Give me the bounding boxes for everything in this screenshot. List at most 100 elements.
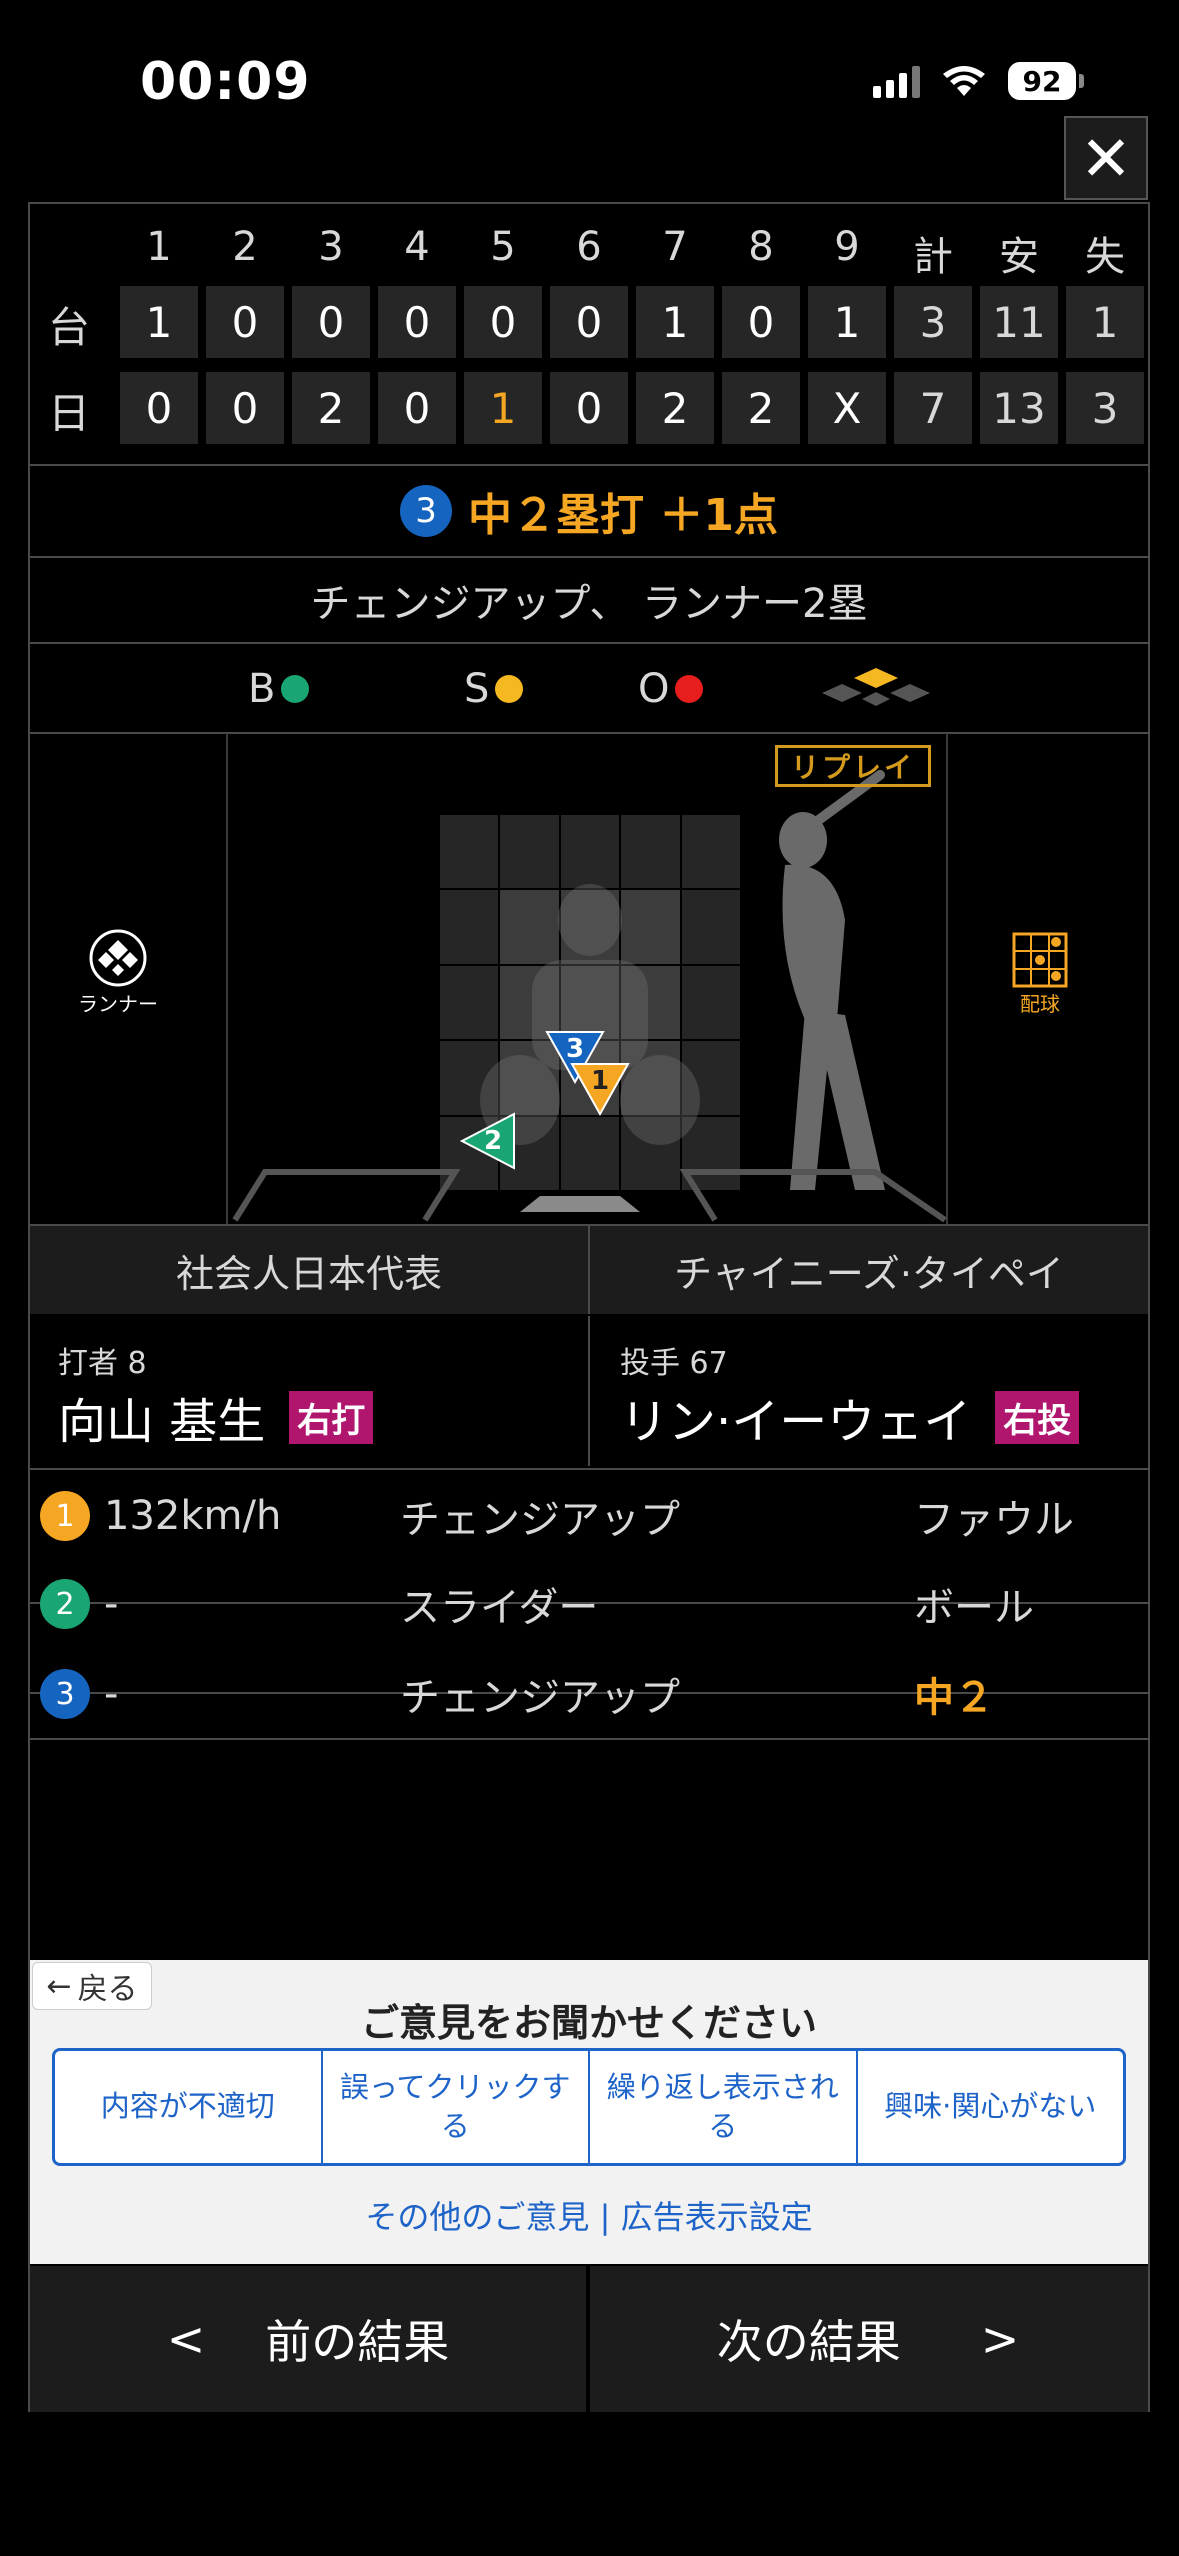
link-separator: | [599,2198,611,2236]
feedback-option-not-interested[interactable]: 興味·関心がない [858,2051,1124,2163]
batter-role: 打者 8 [58,1346,147,1381]
close-button[interactable]: ✕ [1064,116,1148,200]
score-cell: 1 [636,286,714,358]
score-cell: 0 [292,286,370,358]
count-row: B S O [30,644,1148,732]
score-cell-current: 1 [464,372,542,444]
pitch-speed: - [104,1581,119,1627]
score-cell: 0 [550,286,628,358]
score-cell: 1 [808,286,886,358]
prev-result-label: 前の結果 [265,2315,450,2369]
runner-icon [89,929,147,987]
feedback-option-misclick[interactable]: 誤ってクリックする [323,2051,590,2163]
pitch-marker-2-label: 2 [483,1126,503,1156]
play-result: 3 中２塁打 ＋1点 [30,466,1148,556]
pitch-type: スライダー [400,1585,599,1631]
home-plate [232,1169,947,1222]
pitch-row: 1 132km/h チェンジアップ ファウル [30,1472,1148,1560]
pitching-label: 配球 [1020,992,1060,1016]
ad-feedback-box: ← 戻る ご意見をお聞かせください 内容が不適切 誤ってクリックする 繰り返し表… [30,1960,1148,2264]
pitcher-role: 投手 67 [620,1346,728,1381]
signal-icon [873,64,920,98]
pitch-row: 3 - チェンジアップ 中２ [30,1650,1148,1738]
pitch-grid-icon [1012,932,1068,988]
inning-header: 2 [232,224,258,270]
feedback-options: 内容が不適切 誤ってクリックする 繰り返し表示される 興味·関心がない [52,2048,1126,2166]
ad-settings-link[interactable]: 広告表示設定 [621,2198,813,2236]
pitch-type: チェンジアップ [400,1675,680,1721]
batter-silhouette [779,770,885,1190]
batter: 向山 基生 右打 [58,1382,374,1452]
team-name-away: チャイニーズ·タイペイ [674,1251,1064,1296]
errors-cell: 3 [1066,372,1144,444]
inning-header: 4 [404,224,430,270]
pitch-number: 2 [40,1579,90,1629]
chevron-left-icon: < [166,2312,206,2366]
runner-label: ランナー [78,992,158,1016]
total-runs-header: 計 [913,234,953,280]
pitching-chart-button[interactable]: 配球 [1012,932,1068,1017]
status-time: 00:09 [140,52,311,112]
score-cell: 0 [120,372,198,444]
pitch-marker-1-label: 1 [590,1066,610,1096]
chevron-right-icon: > [980,2312,1020,2366]
strike-label: S [464,666,490,712]
pitch-type: チェンジアップ [400,1497,680,1543]
pitcher-name: リン·イーウェイ [620,1394,972,1450]
score-cell: 1 [120,286,198,358]
battery-level: 92 [1008,62,1076,100]
score-cell: 0 [378,372,456,444]
score-cell: 0 [206,286,284,358]
pitcher-hand-badge: 右投 [995,1390,1080,1444]
divider [30,1468,1148,1470]
score-cell: 2 [292,372,370,444]
pitch-speed: 132km/h [104,1493,282,1539]
strike-dot [495,675,524,703]
inning-header: 3 [318,224,344,270]
pitch-result: ボール [914,1585,1034,1631]
hits-cell: 11 [980,286,1058,358]
replay-button[interactable]: リプレイ [775,745,931,787]
score-cell: 0 [722,286,800,358]
team-abbr-away: 台 [48,303,91,352]
feedback-option-inappropriate[interactable]: 内容が不適切 [55,2051,323,2163]
score-cell: 0 [464,286,542,358]
total-runs-cell: 7 [894,372,972,444]
play-result-text: 中２塁打 ＋1点 [468,490,778,541]
pitch-number: 1 [40,1491,90,1541]
status-icons: 92 [873,62,1084,100]
next-result-label: 次の結果 [716,2315,901,2369]
wifi-icon [943,66,985,96]
score-cell: 0 [550,372,628,444]
batter-name: 向山 基生 [58,1394,266,1450]
runner-button[interactable]: ランナー [78,928,158,1017]
out-count: O [638,666,704,712]
total-runs-cell: 3 [894,286,972,358]
pitch-number-badge: 3 [400,485,453,537]
pitch-result: ファウル [914,1497,1074,1543]
strike-count: S [464,666,524,712]
feedback-links: その他のご意見 | 広告表示設定 [30,2192,1148,2238]
next-result-button[interactable]: 次の結果 > [590,2266,1146,2412]
feedback-title: ご意見をお聞かせください [360,2001,817,2045]
team-row: 社会人日本代表 チャイニーズ·タイペイ [30,1226,1148,1314]
errors-cell: 1 [1066,286,1144,358]
pitch-number: 3 [40,1669,90,1719]
pitch-marker-3-label: 3 [565,1034,585,1064]
score-cell: X [808,372,886,444]
feedback-option-repetitive[interactable]: 繰り返し表示される [590,2051,858,2163]
prev-result-button[interactable]: < 前の結果 [30,2266,586,2412]
score-cell: 0 [378,286,456,358]
team-name-home: 社会人日本代表 [175,1251,442,1296]
pitcher: リン·イーウェイ 右投 [620,1382,1080,1452]
inning-header: 8 [748,224,774,270]
out-label: O [638,666,670,712]
inning-header: 5 [490,224,516,270]
pitch-result: 中２ [914,1675,994,1721]
scoreboard: 1 2 3 4 5 6 7 8 9 計 安 失 台 日 1 0 0 0 0 0 … [30,204,1148,464]
divider [30,1738,1148,1740]
team-abbr-home: 日 [48,389,91,438]
batter-hand-badge: 右打 [289,1390,374,1444]
ball-count: B [248,666,310,712]
other-feedback-link[interactable]: その他のご意見 [365,2198,589,2236]
